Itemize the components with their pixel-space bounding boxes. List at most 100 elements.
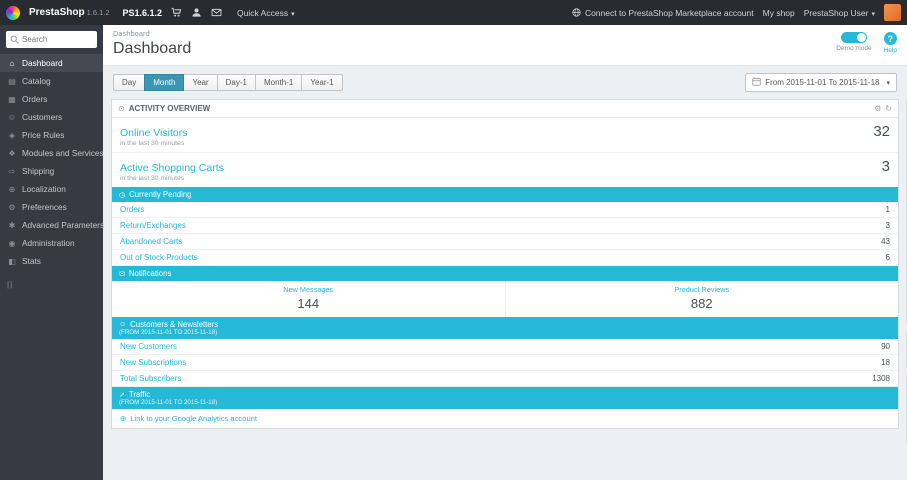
activity-settings-icon[interactable]: ⚙ — [874, 104, 881, 113]
activity-title: ACTIVITY OVERVIEW — [128, 104, 211, 113]
sidebar-nav: ⌂ Dashboard ▤ Catalog ▦ Orders ☺ Customers ◈… — [0, 54, 104, 270]
online-visitors-value: 32 — [873, 123, 890, 140]
new-customers-row: New Customers 90 — [112, 339, 898, 355]
google-analytics-link[interactable]: ⊕ Link to your Google Analytics account — [112, 409, 898, 428]
customers-icon: ☺ — [7, 112, 17, 122]
page-title: Dashboard — [113, 40, 192, 57]
customers-newsletters-header: ☺ Customers & Newsletters (FROM 2015-11-0… — [112, 317, 898, 339]
help-label: Help — [883, 47, 897, 54]
calendar-icon — [752, 77, 761, 88]
pending-returns-link[interactable]: Return/Exchanges — [120, 221, 186, 230]
brand: PrestaShop 1.6.1.2 — [29, 7, 110, 18]
new-messages-cell[interactable]: New Messages 144 — [112, 281, 506, 317]
pending-orders-row: Orders 1 — [112, 202, 898, 218]
clock-icon: ◷ — [119, 191, 126, 199]
filter-month-1-button[interactable]: Month-1 — [254, 74, 303, 91]
version-label: 1.6.1.2 — [86, 8, 110, 17]
customers-notifications-icon[interactable] — [191, 7, 202, 18]
main-content: Dashboard Dashboard Demo mode ? Help Day — [103, 25, 907, 480]
pending-orders-link[interactable]: Orders — [120, 205, 144, 214]
abandoned-carts-row: Abandoned Carts 43 — [112, 234, 898, 250]
new-subscriptions-row: New Subscriptions 18 — [112, 355, 898, 371]
globe-icon — [572, 8, 581, 17]
currently-pending-header: ◷ Currently Pending — [112, 187, 898, 202]
search-input[interactable] — [22, 35, 93, 44]
marketplace-connect-link[interactable]: Connect to PrestaShop Marketplace accoun… — [572, 8, 754, 18]
breadcrumb[interactable]: Dashboard — [113, 29, 191, 38]
topbar: PrestaShop 1.6.1.2 PS1.6.1.2 Quick Access… — [0, 0, 907, 25]
out-of-stock-link[interactable]: Out of Stock Products — [120, 253, 198, 262]
sidebar-item-advanced-parameters[interactable]: ✱ Advanced Parameters — [0, 216, 104, 234]
sidebar-item-catalog[interactable]: ▤ Catalog — [0, 72, 103, 90]
date-range-picker[interactable]: From 2015-11-01 To 2015-11-18 — [745, 73, 897, 92]
quick-access-menu[interactable]: Quick Access — [237, 8, 295, 18]
sidebar-item-price-rules[interactable]: ◈ Price Rules — [0, 126, 103, 144]
product-reviews-cell[interactable]: Product Reviews 882 — [506, 281, 899, 317]
filter-month-button[interactable]: Month — [144, 74, 185, 91]
stats-icon: ◧ — [8, 256, 16, 266]
page-header: Dashboard Dashboard Demo mode ? Help — [103, 25, 907, 66]
traffic-header: ↗ Traffic (FROM 2015-11-01 TO 2015-11-18) — [112, 387, 898, 409]
filter-day-button[interactable]: Day — [113, 74, 146, 91]
abandoned-carts-link[interactable]: Abandoned Carts — [120, 237, 182, 246]
wrench-icon: ✱ — [8, 220, 16, 230]
administration-icon: ◉ — [8, 238, 16, 248]
truck-icon: ⇨ — [8, 166, 16, 176]
user-menu[interactable]: PrestaShop User — [804, 8, 875, 18]
people-icon: ☺ — [119, 321, 127, 328]
out-of-stock-row: Out of Stock Products 6 — [112, 250, 898, 266]
active-carts-sub: in the last 30 minutes — [120, 175, 185, 182]
collapse-sidebar-icon[interactable]: || — [7, 280, 96, 289]
active-carts-link[interactable]: Active Shopping Carts — [120, 162, 224, 174]
bell-icon: ✉ — [119, 270, 125, 278]
sidebar-item-administration[interactable]: ◉ Administration — [0, 234, 103, 252]
home-icon: ⌂ — [9, 58, 15, 68]
time-filter-bar: Day Month Year Day-1 Month-1 Year-1 From… — [111, 73, 899, 92]
orders-icon: ▦ — [8, 94, 16, 104]
notifications-header: ✉ Notifications — [112, 266, 898, 281]
toggle-knob — [856, 33, 866, 42]
help-button[interactable]: ? Help — [884, 32, 897, 54]
search-icon — [10, 31, 19, 49]
sidebar-item-preferences[interactable]: ⚙ Preferences — [0, 198, 103, 216]
sidebar-item-orders[interactable]: ▦ Orders — [0, 90, 103, 108]
sidebar-item-stats[interactable]: ◧ Stats — [0, 252, 103, 270]
demo-mode-label: Demo mode — [836, 45, 872, 52]
shop-name-menu[interactable]: PS1.6.1.2 — [123, 8, 163, 18]
online-visitors-link[interactable]: Online Visitors — [120, 127, 188, 139]
user-avatar[interactable] — [884, 4, 901, 21]
gear-icon: ⚙ — [8, 202, 16, 212]
online-visitors-sub: in the last 30 minutes — [120, 140, 185, 147]
period-button-group: Day Month Year Day-1 Month-1 Year-1 — [113, 74, 343, 91]
sidebar-item-modules[interactable]: ❖ Modules and Services — [0, 144, 103, 162]
sidebar-item-localization[interactable]: ⊕ Localization — [0, 180, 103, 198]
new-subscriptions-link[interactable]: New Subscriptions — [120, 358, 186, 367]
my-shop-link[interactable]: My shop — [763, 8, 795, 18]
activity-overview-panel: ⊙ ACTIVITY OVERVIEW ⚙ ↻ Online Visitors … — [111, 99, 899, 429]
sidebar: ⌂Dashboard ▤Catalog ▦Orders ☺Customers ◈… — [0, 25, 104, 480]
new-customers-link[interactable]: New Customers — [120, 342, 177, 351]
demo-mode-toggle[interactable] — [840, 32, 867, 43]
total-subscribers-link[interactable]: Total Subscribers — [120, 374, 181, 383]
filter-year-button[interactable]: Year — [183, 74, 218, 91]
traffic-icon: ↗ — [119, 391, 125, 399]
localization-globe-icon: ⊕ — [8, 184, 16, 194]
filter-year-1-button[interactable]: Year-1 — [301, 74, 343, 91]
sidebar-item-dashboard[interactable]: ⌂ Dashboard — [0, 54, 103, 72]
link-icon: ⊕ — [120, 414, 127, 423]
total-subscribers-row: Total Subscribers 1308 — [112, 371, 898, 387]
filter-day-1-button[interactable]: Day-1 — [216, 74, 256, 91]
active-carts-value: 3 — [881, 158, 890, 175]
help-icon: ? — [883, 32, 897, 45]
pending-returns-row: Return/Exchanges 3 — [112, 218, 898, 234]
price-tag-icon: ◈ — [8, 130, 16, 140]
sidebar-item-customers[interactable]: ☺ Customers — [0, 108, 103, 126]
cart-notifications-icon[interactable] — [171, 7, 182, 18]
activity-refresh-icon[interactable]: ↻ — [885, 104, 892, 113]
sidebar-item-shipping[interactable]: ⇨ Shipping — [0, 162, 103, 180]
catalog-icon: ▤ — [8, 76, 16, 86]
sidebar-search — [6, 31, 97, 48]
demo-mode-control: Demo mode — [836, 32, 872, 52]
activity-icon: ⊙ — [118, 104, 125, 113]
messages-notifications-icon[interactable] — [211, 7, 222, 18]
